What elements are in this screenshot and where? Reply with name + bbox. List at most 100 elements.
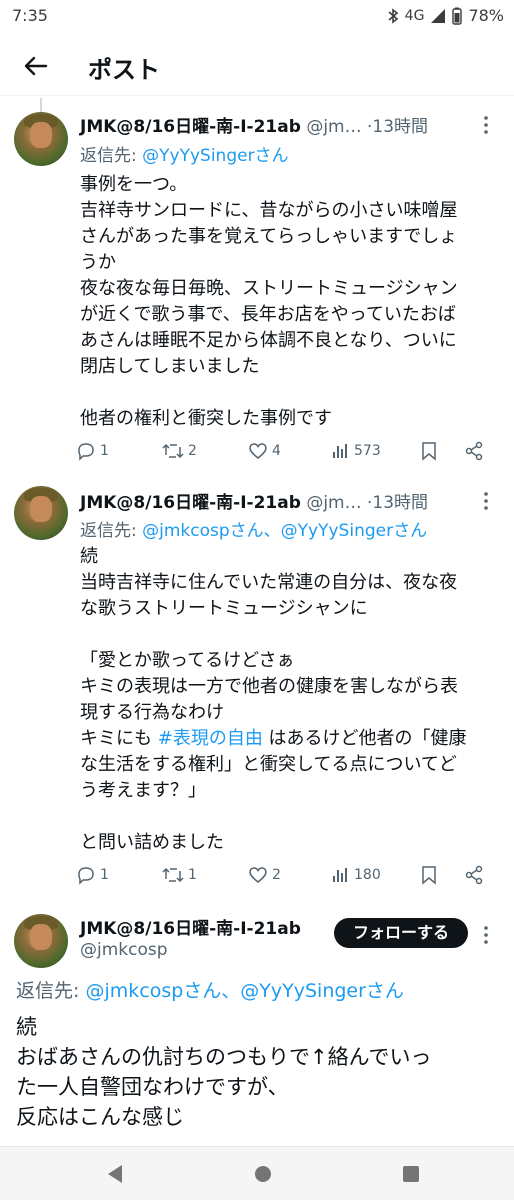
tweet-text: 事例を一つ。 吉祥寺サンロードに、昔ながらの小さい味噌屋 さんがあった事を覚えて… bbox=[80, 172, 500, 432]
author-handle[interactable]: @jm… bbox=[306, 117, 361, 137]
tweet-header: JMK@8/16日曜-南-I-21ab @jm… ·13時間 bbox=[80, 112, 428, 138]
reply-to: 返信先: @YyYySingerさん bbox=[80, 141, 289, 166]
repost-button[interactable]: 2 bbox=[162, 441, 248, 461]
reply-icon bbox=[78, 867, 94, 885]
nav-home-icon[interactable] bbox=[250, 1161, 276, 1187]
signal-icon bbox=[431, 8, 446, 23]
repost-button[interactable]: 1 bbox=[162, 865, 248, 885]
author-name[interactable]: JMK@8/16日曜-南-I-21ab bbox=[80, 493, 301, 513]
text-line: 閉店してしまいました bbox=[80, 356, 260, 377]
repost-icon bbox=[162, 867, 184, 883]
text-line: な歌うストリートミュージシャンに bbox=[80, 598, 368, 619]
bookmark-icon[interactable] bbox=[420, 865, 438, 885]
hashtag-link[interactable]: #表現の自由 bbox=[158, 728, 263, 749]
nav-back-icon[interactable] bbox=[102, 1161, 128, 1187]
like-button[interactable]: 2 bbox=[248, 865, 332, 885]
text-line-hashtag: キミにも #表現の自由 はあるけど他者の「健康 bbox=[80, 726, 500, 752]
text-line: キミの表現は一方で他者の健康を害しながら表 bbox=[80, 676, 458, 697]
text-line: 反応はこんな感じ bbox=[16, 1105, 184, 1129]
follow-button[interactable]: フォローする bbox=[334, 918, 468, 948]
text-line: おばあさんの仇討ちのつもりで↑絡んでいっ bbox=[16, 1045, 432, 1069]
text-line: 吉祥寺サンロードに、昔ながらの小さい味噌屋 bbox=[80, 200, 458, 221]
more-vertical-icon[interactable] bbox=[478, 114, 494, 136]
views-count: 180 bbox=[354, 867, 381, 883]
text-line: うか bbox=[80, 252, 116, 273]
tweet-2[interactable]: JMK@8/16日曜-南-I-21ab @jm… ·13時間 返信先: @jmk… bbox=[0, 486, 514, 896]
top-app-bar: ポスト bbox=[0, 40, 514, 96]
more-vertical-icon[interactable] bbox=[478, 924, 494, 946]
heart-icon bbox=[249, 867, 267, 883]
views-button[interactable]: 180 bbox=[332, 866, 420, 884]
reply-prefix: 返信先: bbox=[80, 146, 143, 166]
network-label: 4G bbox=[404, 7, 425, 24]
bookmark-icon[interactable] bbox=[420, 441, 438, 461]
views-button[interactable]: 573 bbox=[332, 442, 420, 460]
page-title: ポスト bbox=[88, 56, 160, 84]
timestamp[interactable]: 13時間 bbox=[372, 493, 428, 513]
more-vertical-icon[interactable] bbox=[478, 490, 494, 512]
text-line: 他者の権利と衝突した事例です bbox=[80, 408, 332, 429]
battery-percent: 78% bbox=[468, 6, 504, 25]
text-line: な生活をする権利」と衝突してる点についてど bbox=[80, 754, 457, 775]
reply-prefix: 返信先: bbox=[16, 980, 86, 1002]
author-name[interactable]: JMK@8/16日曜-南-I-21ab bbox=[80, 117, 301, 137]
reply-prefix: 返信先: bbox=[80, 521, 143, 541]
reply-mention-link[interactable]: @jmkcospさん、@YyYySingerさん bbox=[85, 980, 403, 1002]
heart-icon bbox=[249, 443, 267, 459]
text-line bbox=[80, 380, 500, 406]
repost-icon bbox=[162, 443, 184, 459]
avatar[interactable] bbox=[14, 486, 68, 540]
author-handle[interactable]: @jm… bbox=[306, 493, 361, 513]
text-line bbox=[80, 804, 500, 830]
repost-count: 2 bbox=[188, 443, 197, 459]
status-time: 7:35 bbox=[12, 6, 48, 25]
arrow-left-icon[interactable] bbox=[20, 50, 52, 82]
text-line: 事例を一つ。 bbox=[80, 174, 188, 195]
views-bar-icon bbox=[333, 444, 347, 458]
system-nav-bar bbox=[0, 1146, 514, 1200]
status-icons: 4G 78% bbox=[387, 6, 504, 25]
text-line: 「愛とか歌ってるけどさぁ bbox=[80, 650, 295, 671]
text-line: 現する行為なわけ bbox=[80, 702, 224, 723]
avatar[interactable] bbox=[14, 914, 68, 968]
share-icon[interactable] bbox=[464, 865, 484, 885]
battery-icon bbox=[452, 7, 463, 25]
reply-count: 1 bbox=[100, 867, 109, 883]
tweet-actions: 1 2 4 573 bbox=[76, 438, 496, 464]
views-count: 573 bbox=[354, 443, 381, 459]
author-handle[interactable]: @jmkcosp bbox=[80, 940, 168, 960]
author-name[interactable]: JMK@8/16日曜-南-I-21ab bbox=[80, 914, 301, 939]
reply-count: 1 bbox=[100, 443, 109, 459]
text-line: 続 bbox=[16, 1015, 37, 1039]
text-line: 夜な夜な毎日毎晩、ストリートミュージシャン bbox=[80, 278, 458, 299]
like-button[interactable]: 4 bbox=[248, 441, 332, 461]
reply-button[interactable]: 1 bbox=[76, 441, 162, 461]
tweet-text: 続 当時吉祥寺に住んでいた常連の自分は、夜な夜 な歌うストリートミュージシャンに… bbox=[80, 544, 500, 856]
text-line: た一人自警団なわけですが、 bbox=[16, 1075, 289, 1099]
text-line: 当時吉祥寺に住んでいた常連の自分は、夜な夜 bbox=[80, 572, 458, 593]
avatar[interactable] bbox=[14, 112, 68, 166]
timestamp[interactable]: 13時間 bbox=[372, 117, 428, 137]
reply-to: 返信先: @jmkcospさん、@YyYySingerさん bbox=[80, 516, 427, 541]
status-bar: 7:35 4G 78% bbox=[0, 0, 514, 34]
text-line: さんがあった事を覚えてらっしゃいますでしょ bbox=[80, 226, 458, 247]
views-bar-icon bbox=[333, 868, 347, 882]
tweet-3-focused[interactable]: JMK@8/16日曜-南-I-21ab @jmkcosp フォローする 返信先:… bbox=[0, 914, 514, 1144]
reply-icon bbox=[78, 443, 94, 461]
text-line: が近くで歌う事で、長年お店をやっていたおば bbox=[80, 304, 456, 325]
bluetooth-icon bbox=[388, 7, 398, 24]
reply-to: 返信先: @jmkcospさん、@YyYySingerさん bbox=[16, 976, 404, 1003]
text-fragment: キミにも bbox=[80, 728, 158, 749]
text-line: あさんは睡眠不足から体調不良となり、ついに bbox=[80, 330, 457, 351]
reply-mention-link[interactable]: @YyYySingerさん bbox=[142, 146, 288, 166]
tweet-1[interactable]: JMK@8/16日曜-南-I-21ab @jm… ·13時間 返信先: @YyY… bbox=[0, 98, 514, 484]
thread-line-top bbox=[40, 98, 42, 112]
reply-mention-link[interactable]: @jmkcospさん、@YyYySingerさん bbox=[142, 521, 427, 541]
text-line: と問い詰めました bbox=[80, 832, 224, 853]
tweet-actions: 1 1 2 180 bbox=[76, 862, 496, 888]
share-icon[interactable] bbox=[464, 441, 484, 461]
like-count: 4 bbox=[272, 443, 281, 459]
nav-recents-icon[interactable] bbox=[398, 1161, 424, 1187]
like-count: 2 bbox=[272, 867, 281, 883]
reply-button[interactable]: 1 bbox=[76, 865, 162, 885]
